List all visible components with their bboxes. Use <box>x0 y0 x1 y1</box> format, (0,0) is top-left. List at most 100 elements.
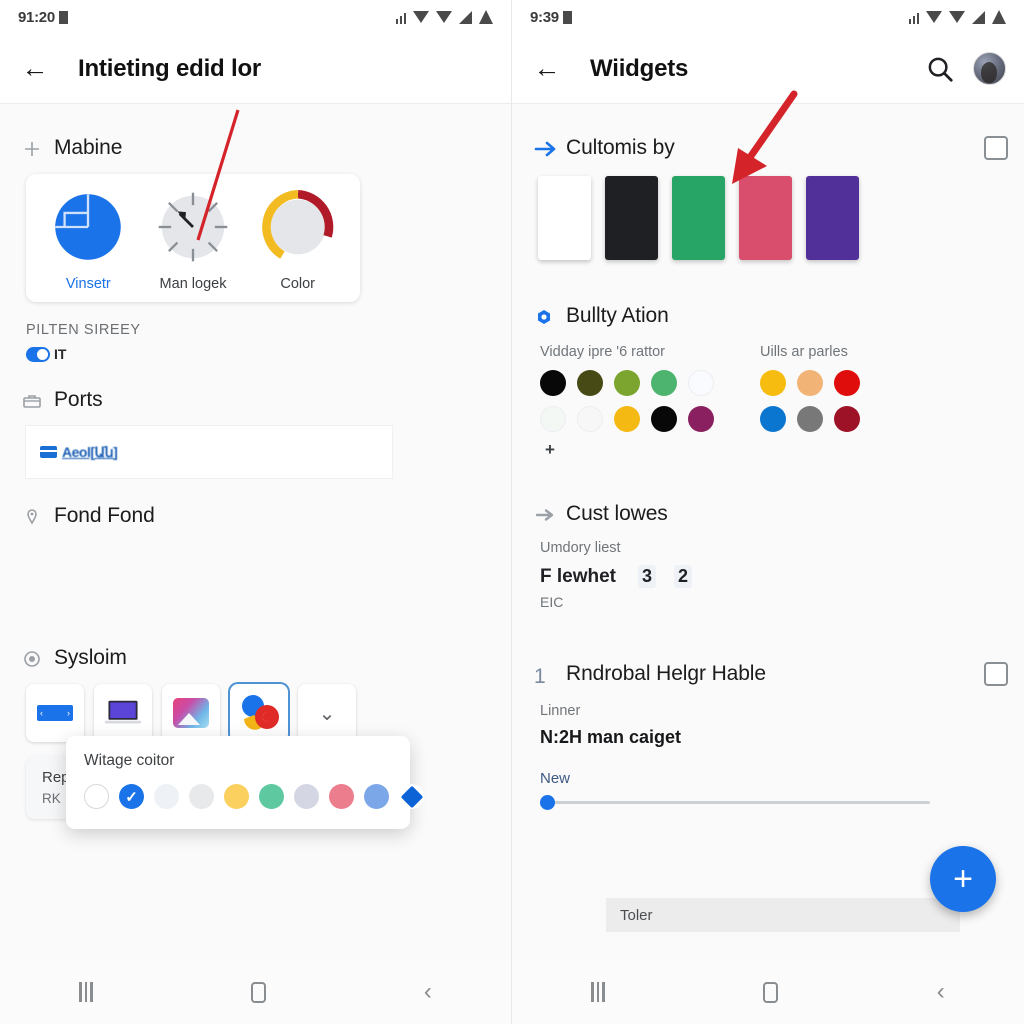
dot-green[interactable] <box>651 370 677 396</box>
dot-blue[interactable] <box>760 406 786 432</box>
swatch-lavender-gray[interactable] <box>294 784 319 809</box>
port-link-text: Aeol[Ան] <box>62 443 118 460</box>
swatch-pink-red[interactable] <box>329 784 354 809</box>
blue-hex-dot-icon <box>534 304 566 328</box>
section-title: Ports <box>54 388 103 411</box>
number-icon-text: 1 <box>534 665 546 688</box>
card-icon <box>40 446 57 458</box>
tile-banner[interactable]: ‹ › <box>26 684 84 742</box>
kv-label: Linner <box>540 703 581 719</box>
page-title: Intieting edid lor <box>78 54 262 82</box>
tile-laptop[interactable] <box>94 684 152 742</box>
dot-group-uills: Uills ar parles <box>760 344 860 460</box>
tile-more[interactable]: ⌄ <box>298 684 356 742</box>
back-button[interactable]: ← <box>18 52 52 86</box>
section-title: Rndrobal Helgr Hable <box>566 662 766 685</box>
swatch-teal-green[interactable] <box>259 784 284 809</box>
dot-peach[interactable] <box>797 370 823 396</box>
pie-chart-icon <box>55 194 122 260</box>
chart-tile-vinsetr[interactable]: Vinsetr <box>36 188 141 292</box>
caps-label: PILTEN SIREEY <box>26 322 141 338</box>
dot-gray[interactable] <box>797 406 823 432</box>
palette-card-green[interactable] <box>672 176 725 260</box>
slider-label: New <box>540 770 571 787</box>
palette-card-white[interactable] <box>538 176 591 260</box>
dot-row <box>760 370 860 396</box>
left-content: Mabine Vinsetr Man logek Color PILTEN SI… <box>0 104 511 990</box>
swatch-light-gray[interactable] <box>189 784 214 809</box>
rndrobal-checkbox[interactable] <box>984 662 1008 686</box>
pilten-toggle[interactable] <box>26 346 50 362</box>
dot-red[interactable] <box>834 370 860 396</box>
dot-olive-green[interactable] <box>614 370 640 396</box>
cultomis-checkbox[interactable] <box>984 136 1008 160</box>
triangle-signal-icon <box>972 10 985 24</box>
add-fab-button[interactable]: + <box>930 846 996 912</box>
arrow-right-blue-icon <box>534 136 566 160</box>
dot-black[interactable] <box>540 370 566 396</box>
status-time-text: 9:39 <box>530 8 559 26</box>
triangle-signal-icon <box>459 10 472 24</box>
radio-dot-icon <box>22 646 54 670</box>
palette-card-pink[interactable] <box>739 176 792 260</box>
back-icon[interactable]: ‹ <box>937 980 945 1004</box>
section-title: Cultomis by <box>566 136 675 159</box>
dot-row <box>540 370 714 396</box>
search-icon[interactable] <box>925 54 955 84</box>
dot-magenta[interactable] <box>688 406 714 432</box>
gradient-image-icon <box>173 698 209 728</box>
home-icon[interactable] <box>763 981 779 1003</box>
right-phone-screen: 9:39 ← Wiidgets Cultomis by Bullty Ation… <box>512 0 1024 1024</box>
chevron-down-icon: ⌄ <box>318 702 336 725</box>
tile-gradient-image[interactable] <box>162 684 220 742</box>
dot-dark-olive[interactable] <box>577 370 603 396</box>
toler-bar[interactable]: Toler <box>606 898 960 932</box>
dot-amber[interactable] <box>614 406 640 432</box>
add-color-button[interactable]: + <box>540 440 560 460</box>
dot-faint-violet[interactable] <box>688 370 714 396</box>
swatch-blue-diamond[interactable] <box>399 784 424 809</box>
section-mabine: Mabine <box>0 136 511 160</box>
dot-black-2[interactable] <box>651 406 677 432</box>
number-icon: 1 <box>534 662 566 689</box>
dot-dark-red[interactable] <box>834 406 860 432</box>
swatch-periwinkle[interactable] <box>364 784 389 809</box>
dot-faint-green[interactable] <box>540 406 566 432</box>
status-bar: 91:20 <box>0 0 511 34</box>
wifi-icon <box>413 11 429 23</box>
slider-track[interactable] <box>540 795 930 810</box>
section-title: Cust lowes <box>566 502 668 525</box>
popup-title: Witage coitor <box>84 752 175 769</box>
home-icon[interactable] <box>250 981 266 1003</box>
kv-sub: EIC <box>540 594 564 610</box>
recents-icon[interactable] <box>79 982 93 1002</box>
swatch-yellow[interactable] <box>224 784 249 809</box>
tile-multicolor-blobs[interactable] <box>230 684 288 742</box>
recents-icon[interactable] <box>591 982 605 1002</box>
avatar[interactable] <box>973 52 1006 85</box>
back-icon[interactable]: ‹ <box>424 980 432 1004</box>
dot-group-vidday: Vidday ipre '6 rattor + <box>540 344 714 460</box>
app-bar: ← Wiidgets <box>512 34 1024 104</box>
section-title: Mabine <box>54 136 123 159</box>
slider-thumb[interactable] <box>540 795 555 810</box>
chart-tile-label: Man logek <box>159 276 227 292</box>
dot-faint-gray[interactable] <box>577 406 603 432</box>
laptop-icon <box>104 701 142 724</box>
swatch-blue-selected[interactable] <box>119 784 144 809</box>
palette-row <box>538 176 1024 260</box>
palette-card-near-black[interactable] <box>605 176 658 260</box>
chart-tile-color[interactable]: Color <box>245 188 350 292</box>
swatch-white[interactable] <box>84 784 109 809</box>
section-cust-lowes: Cust lowes <box>512 502 1024 526</box>
dot-group-label: Vidday ipre '6 rattor <box>540 344 666 360</box>
status-time: 91:20 <box>18 9 68 26</box>
palette-card-purple[interactable] <box>806 176 859 260</box>
dot-amber-2[interactable] <box>760 370 786 396</box>
color-picker-popup: Witage coitor <box>66 736 424 829</box>
swatch-pale-blue-gray[interactable] <box>154 784 179 809</box>
chart-tile-label: Color <box>280 276 315 292</box>
port-link[interactable]: Aeol[Ան] <box>40 443 118 461</box>
back-button[interactable]: ← <box>530 52 564 86</box>
chart-tile-manlogek[interactable]: Man logek <box>141 188 246 292</box>
